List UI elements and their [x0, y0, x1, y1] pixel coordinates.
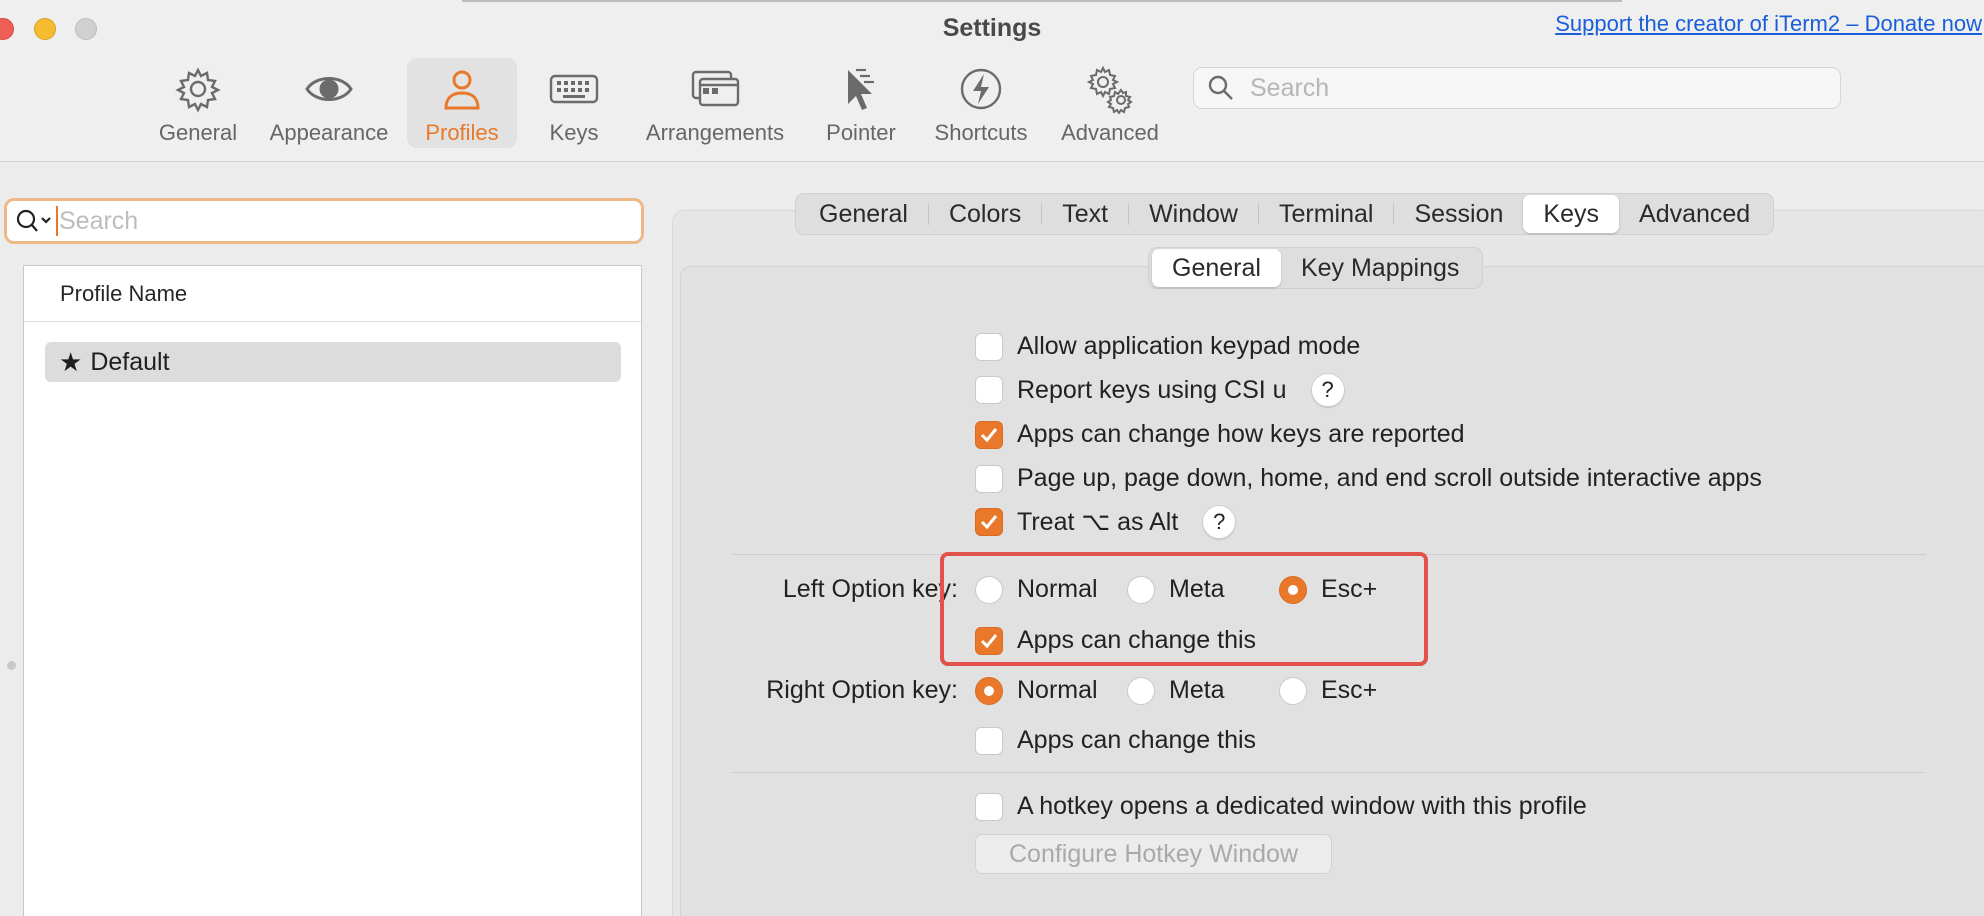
- treat-alt-checkbox[interactable]: [975, 508, 1003, 536]
- tab-terminal[interactable]: Terminal: [1259, 195, 1393, 233]
- right-option-key-label: Right Option key:: [766, 676, 958, 704]
- left-option-key-label: Left Option key:: [782, 575, 958, 603]
- hotkey-checkbox[interactable]: [975, 792, 1003, 821]
- keypad-mode-checkbox[interactable]: [975, 332, 1003, 361]
- apps-change-reporting-checkbox[interactable]: [975, 420, 1003, 449]
- toolbar-appearance[interactable]: Appearance: [262, 58, 396, 148]
- hotkey-label: A hotkey opens a dedicated window with t…: [1017, 792, 1587, 820]
- toolbar-arrangements[interactable]: Arrangements: [640, 58, 790, 148]
- toolbar-label: Appearance: [269, 120, 389, 145]
- hotkey-option[interactable]: A hotkey opens a dedicated window with t…: [975, 792, 1587, 821]
- text-cursor: [56, 206, 58, 236]
- toolbar-profiles[interactable]: Profiles: [407, 58, 517, 148]
- checkmark-icon: [980, 515, 998, 530]
- configure-hotkey-window-button[interactable]: Configure Hotkey Window: [975, 834, 1332, 874]
- subtab-key-mappings[interactable]: Key Mappings: [1281, 249, 1479, 287]
- search-icon: [1208, 75, 1233, 100]
- toolbar-keys[interactable]: Keys: [536, 58, 612, 148]
- radio-label: Esc+: [1321, 676, 1378, 704]
- top-edge: [462, 0, 1622, 2]
- keyboard-icon: [549, 74, 599, 104]
- toolbar-label: Shortcuts: [934, 120, 1028, 145]
- profile-name-column-header[interactable]: Profile Name: [24, 266, 641, 322]
- csi-u-label: Report keys using CSI u: [1017, 375, 1287, 404]
- apps-change-reporting-label: Apps can change how keys are reported: [1017, 420, 1465, 448]
- gear-icon: [175, 67, 221, 113]
- toolbar-shortcuts[interactable]: Shortcuts: [928, 58, 1034, 148]
- toolbar-pointer[interactable]: Pointer: [815, 58, 907, 148]
- split-view-handle[interactable]: [7, 661, 16, 670]
- keypad-mode-label: Allow application keypad mode: [1017, 332, 1361, 360]
- toolbar-label: Keys: [549, 120, 599, 145]
- tab-session[interactable]: Session: [1394, 195, 1523, 233]
- radio-button[interactable]: [975, 676, 1003, 705]
- profile-name: Default: [90, 347, 170, 376]
- lightning-icon: [960, 68, 1002, 110]
- toolbar-search-placeholder: Search: [1250, 73, 1330, 102]
- profile-list[interactable]: Profile Name ★ Default: [23, 265, 642, 916]
- toolbar-label: Pointer: [826, 120, 896, 145]
- toolbar-advanced[interactable]: Advanced: [1055, 58, 1165, 148]
- person-icon: [444, 70, 480, 110]
- right-apps-change-label: Apps can change this: [1017, 726, 1257, 754]
- toolbar-label: Profiles: [425, 120, 499, 145]
- radio-button[interactable]: [1127, 676, 1155, 705]
- tab-keys[interactable]: Keys: [1523, 195, 1620, 233]
- right-option-apps-change[interactable]: Apps can change this: [975, 726, 1256, 755]
- keypad-mode-option[interactable]: Allow application keypad mode: [975, 332, 1360, 361]
- right-apps-change-checkbox[interactable]: [975, 726, 1003, 755]
- radio-label: Meta: [1169, 676, 1225, 704]
- tab-window[interactable]: Window: [1129, 195, 1258, 233]
- tab-general[interactable]: General: [799, 195, 928, 233]
- section-divider: [732, 772, 1924, 773]
- star-icon: ★: [59, 346, 83, 377]
- gears-icon: [1086, 65, 1133, 114]
- profile-row-default[interactable]: ★ Default: [45, 342, 621, 382]
- toolbar: Settings Support the creator of iTerm2 –…: [0, 0, 1984, 162]
- right-option-radio-meta[interactable]: Meta: [1127, 676, 1225, 705]
- windows-icon: [691, 70, 740, 107]
- tab-advanced[interactable]: Advanced: [1619, 195, 1770, 233]
- right-option-radio-esc[interactable]: Esc+: [1279, 676, 1377, 705]
- page-scroll-checkbox[interactable]: [975, 464, 1003, 493]
- treat-alt-label: Treat ⌥ as Alt: [1017, 508, 1179, 536]
- radio-button[interactable]: [1279, 676, 1307, 705]
- csi-u-checkbox[interactable]: [975, 376, 1003, 404]
- help-button[interactable]: ?: [1310, 373, 1345, 407]
- checkmark-icon: [980, 427, 998, 442]
- right-option-radio-normal[interactable]: Normal: [975, 676, 1098, 705]
- tab-colors[interactable]: Colors: [929, 195, 1041, 233]
- toolbar-label: Arrangements: [645, 120, 785, 145]
- toolbar-label: Advanced: [1061, 120, 1159, 145]
- toolbar-general[interactable]: General: [150, 58, 246, 148]
- pointer-icon: [848, 68, 874, 110]
- help-button[interactable]: ?: [1202, 505, 1237, 539]
- tab-text[interactable]: Text: [1042, 195, 1128, 233]
- profile-search-input[interactable]: Search: [4, 198, 644, 244]
- toolbar-search-field[interactable]: Search: [1193, 67, 1841, 109]
- donate-link[interactable]: Support the creator of iTerm2 – Donate n…: [1555, 11, 1982, 37]
- search-menu-icon: [16, 209, 51, 232]
- eye-icon: [305, 77, 353, 101]
- annotation-highlight-box: [940, 552, 1428, 666]
- treat-alt-option[interactable]: Treat ⌥ as Alt ?: [975, 505, 1237, 539]
- profile-tabs: General Colors Text Window Terminal Sess…: [795, 193, 1775, 235]
- toolbar-label: General: [158, 120, 238, 145]
- page-scroll-label: Page up, page down, home, and end scroll…: [1017, 464, 1762, 492]
- apps-change-reporting-option[interactable]: Apps can change how keys are reported: [975, 420, 1465, 449]
- radio-label: Normal: [1017, 676, 1098, 704]
- csi-u-option[interactable]: Report keys using CSI u ?: [975, 373, 1345, 407]
- profile-search-placeholder: Search: [59, 206, 139, 235]
- subtab-general[interactable]: General: [1152, 249, 1281, 287]
- page-scroll-option[interactable]: Page up, page down, home, and end scroll…: [975, 464, 1762, 493]
- keys-subtabs: General Key Mappings: [1148, 247, 1484, 289]
